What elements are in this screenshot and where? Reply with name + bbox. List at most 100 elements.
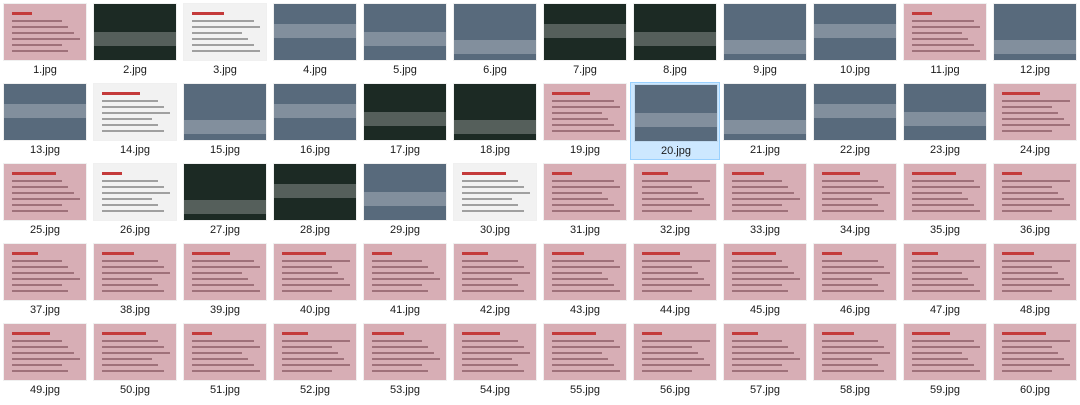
file-item[interactable]: 10.jpg — [810, 2, 900, 80]
file-thumbnail[interactable] — [4, 324, 86, 380]
file-thumbnail[interactable] — [634, 324, 716, 380]
file-thumbnail[interactable] — [274, 324, 356, 380]
file-item[interactable]: 46.jpg — [810, 242, 900, 320]
file-thumbnail[interactable] — [94, 4, 176, 60]
file-item[interactable]: 36.jpg — [990, 162, 1080, 240]
file-item[interactable]: 53.jpg — [360, 322, 450, 400]
file-thumbnail[interactable] — [184, 244, 266, 300]
file-item[interactable]: 37.jpg — [0, 242, 90, 320]
file-item[interactable]: 21.jpg — [720, 82, 810, 160]
file-item[interactable]: 31.jpg — [540, 162, 630, 240]
file-item[interactable]: 59.jpg — [900, 322, 990, 400]
file-item[interactable]: 38.jpg — [90, 242, 180, 320]
file-item[interactable]: 60.jpg — [990, 322, 1080, 400]
file-thumbnail[interactable] — [274, 164, 356, 220]
file-item[interactable]: 17.jpg — [360, 82, 450, 160]
file-thumbnail[interactable] — [724, 164, 806, 220]
file-thumbnail[interactable] — [364, 164, 446, 220]
file-thumbnail[interactable] — [454, 164, 536, 220]
file-item[interactable]: 40.jpg — [270, 242, 360, 320]
file-thumbnail[interactable] — [544, 324, 626, 380]
file-item[interactable]: 43.jpg — [540, 242, 630, 320]
file-thumbnail[interactable] — [814, 244, 896, 300]
file-thumbnail[interactable] — [634, 164, 716, 220]
file-item[interactable]: 23.jpg — [900, 82, 990, 160]
file-item[interactable]: 48.jpg — [990, 242, 1080, 320]
file-item[interactable]: 49.jpg — [0, 322, 90, 400]
file-item[interactable]: 54.jpg — [450, 322, 540, 400]
file-thumbnail[interactable] — [4, 244, 86, 300]
file-item[interactable]: 24.jpg — [990, 82, 1080, 160]
file-thumbnail[interactable] — [454, 84, 536, 140]
file-thumbnail[interactable] — [184, 4, 266, 60]
file-item[interactable]: 51.jpg — [180, 322, 270, 400]
file-thumbnail[interactable] — [814, 84, 896, 140]
file-thumbnail[interactable] — [364, 4, 446, 60]
file-thumbnail[interactable] — [904, 84, 986, 140]
file-item[interactable]: 41.jpg — [360, 242, 450, 320]
file-item[interactable]: 3.jpg — [180, 2, 270, 80]
file-thumbnail[interactable] — [544, 244, 626, 300]
file-thumbnail[interactable] — [364, 324, 446, 380]
file-thumbnail[interactable] — [724, 324, 806, 380]
file-thumbnail[interactable] — [94, 244, 176, 300]
file-item[interactable]: 18.jpg — [450, 82, 540, 160]
file-item[interactable]: 28.jpg — [270, 162, 360, 240]
file-item[interactable]: 9.jpg — [720, 2, 810, 80]
file-thumbnail[interactable] — [274, 4, 356, 60]
file-thumbnail[interactable] — [904, 324, 986, 380]
file-thumbnail[interactable] — [544, 164, 626, 220]
file-thumbnail[interactable] — [454, 4, 536, 60]
file-item[interactable]: 27.jpg — [180, 162, 270, 240]
file-thumbnail[interactable] — [454, 244, 536, 300]
file-item[interactable]: 22.jpg — [810, 82, 900, 160]
file-item[interactable]: 50.jpg — [90, 322, 180, 400]
file-thumbnail[interactable] — [4, 4, 86, 60]
file-item[interactable]: 7.jpg — [540, 2, 630, 80]
file-thumbnail[interactable] — [814, 4, 896, 60]
file-thumbnail[interactable] — [635, 85, 717, 141]
file-thumbnail[interactable] — [634, 244, 716, 300]
file-thumbnail[interactable] — [724, 84, 806, 140]
file-item[interactable]: 55.jpg — [540, 322, 630, 400]
file-item[interactable]: 13.jpg — [0, 82, 90, 160]
file-item[interactable]: 14.jpg — [90, 82, 180, 160]
file-item[interactable]: 45.jpg — [720, 242, 810, 320]
file-thumbnail[interactable] — [904, 244, 986, 300]
file-thumbnail[interactable] — [544, 4, 626, 60]
file-thumbnail[interactable] — [94, 324, 176, 380]
file-item[interactable]: 33.jpg — [720, 162, 810, 240]
file-thumbnail[interactable] — [4, 84, 86, 140]
file-thumbnail[interactable] — [364, 84, 446, 140]
file-item[interactable]: 34.jpg — [810, 162, 900, 240]
file-item[interactable]: 8.jpg — [630, 2, 720, 80]
file-item[interactable]: 58.jpg — [810, 322, 900, 400]
file-item[interactable]: 57.jpg — [720, 322, 810, 400]
file-item[interactable]: 56.jpg — [630, 322, 720, 400]
file-thumbnail[interactable] — [994, 324, 1076, 380]
file-item[interactable]: 29.jpg — [360, 162, 450, 240]
file-thumbnail[interactable] — [94, 84, 176, 140]
file-thumbnail[interactable] — [724, 244, 806, 300]
file-thumbnail[interactable] — [274, 84, 356, 140]
file-item[interactable]: 15.jpg — [180, 82, 270, 160]
file-thumbnail[interactable] — [184, 164, 266, 220]
file-thumbnail[interactable] — [454, 324, 536, 380]
file-item[interactable]: 47.jpg — [900, 242, 990, 320]
file-item[interactable]: 16.jpg — [270, 82, 360, 160]
file-item[interactable]: 52.jpg — [270, 322, 360, 400]
file-item[interactable]: 2.jpg — [90, 2, 180, 80]
file-item[interactable]: 20.jpg — [630, 82, 720, 160]
file-thumbnail[interactable] — [184, 84, 266, 140]
file-thumbnail[interactable] — [544, 84, 626, 140]
file-thumbnail[interactable] — [904, 4, 986, 60]
file-thumbnail[interactable] — [94, 164, 176, 220]
file-thumbnail[interactable] — [994, 164, 1076, 220]
file-thumbnail[interactable] — [4, 164, 86, 220]
file-thumbnail[interactable] — [184, 324, 266, 380]
file-thumbnail[interactable] — [634, 4, 716, 60]
file-thumbnail[interactable] — [994, 4, 1076, 60]
file-item[interactable]: 42.jpg — [450, 242, 540, 320]
file-item[interactable]: 35.jpg — [900, 162, 990, 240]
file-item[interactable]: 25.jpg — [0, 162, 90, 240]
